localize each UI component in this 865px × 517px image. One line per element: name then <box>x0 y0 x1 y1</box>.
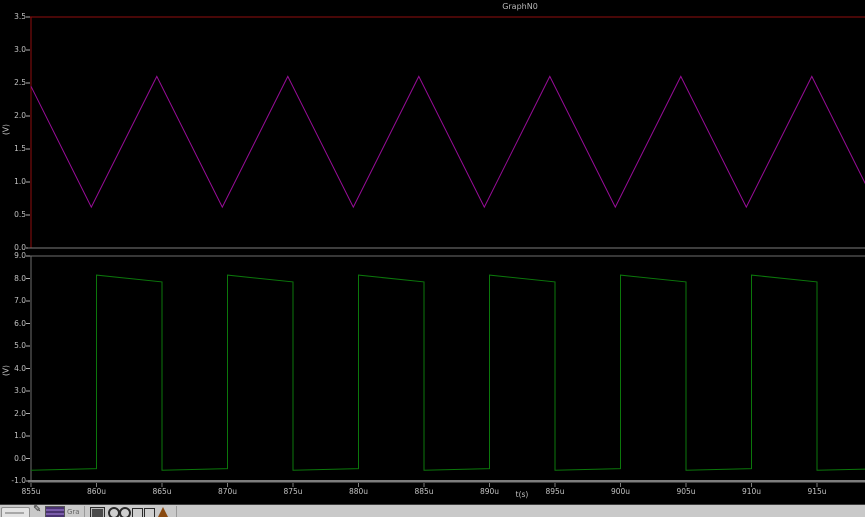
y-tick-label: 5.0 <box>14 341 26 350</box>
y-tick-label: 3.0 <box>14 386 26 395</box>
taskbar-window-label: Gra <box>67 508 80 516</box>
taskbar: ✎ Gra <box>0 504 865 517</box>
pencil-icon[interactable]: ✎ <box>33 504 41 515</box>
window-icon[interactable] <box>132 508 143 517</box>
active-graph-button[interactable] <box>45 506 65 517</box>
square-wave-trace <box>30 274 865 471</box>
y-tick-label: 7.0 <box>14 296 26 305</box>
y-tick-label: 9.0 <box>14 251 26 260</box>
taskbar-divider-2 <box>176 506 177 517</box>
taskbar-panel-button[interactable] <box>1 507 30 517</box>
x-tick-label: 905u <box>676 487 696 496</box>
x-tick-label: 880u <box>348 487 369 496</box>
triangle-wave-trace <box>30 75 865 209</box>
x-axis-bar <box>28 480 865 483</box>
y-tick-label: 1.5 <box>14 144 26 153</box>
x-tick-label: 860u <box>86 487 107 496</box>
taskbar-divider <box>84 506 85 517</box>
xaxis-label: t(s) <box>515 490 529 499</box>
plot-canvas <box>26 16 865 487</box>
y-tick-label: 3.0 <box>14 45 26 54</box>
x-tick-label: 865u <box>152 487 172 496</box>
graph-window: GraphN0 3.5 3.0 2.5 2.0 1.5 1.0 0.5 0.0 9.0 8.0 7.… <box>0 0 865 517</box>
x-tick-label: 870u <box>217 487 238 496</box>
x-tick-label: 900u <box>610 487 631 496</box>
warning-icon[interactable] <box>158 507 168 517</box>
y-tick-label: 2.0 <box>14 408 26 418</box>
y-tick-label: 1.0 <box>14 431 26 440</box>
x-tick-label: 855u <box>21 487 41 496</box>
display-icon[interactable] <box>90 507 105 517</box>
y-tick-label: 3.5 <box>14 12 26 21</box>
window2-icon[interactable] <box>144 508 155 517</box>
y-tick-label: 0.5 <box>14 210 26 219</box>
info-icon[interactable] <box>119 507 131 517</box>
top-chart-yaxis-label: (V) <box>1 124 11 135</box>
x-tick-label: 910u <box>741 487 762 496</box>
y-tick-label: 2.5 <box>14 78 26 87</box>
x-tick-label: 885u <box>414 487 434 496</box>
y-tick-label: 6.0 <box>14 318 26 328</box>
y-tick-label: 0.0 <box>14 453 26 463</box>
y-tick-label: -1.0 <box>11 476 26 485</box>
bottom-chart-yaxis-label: (V) <box>1 365 11 376</box>
x-tick-label: 915u <box>807 487 827 496</box>
y-tick-label: 8.0 <box>14 273 26 283</box>
y-tick-label: 1.0 <box>14 177 26 186</box>
x-tick-label: 875u <box>283 487 303 496</box>
